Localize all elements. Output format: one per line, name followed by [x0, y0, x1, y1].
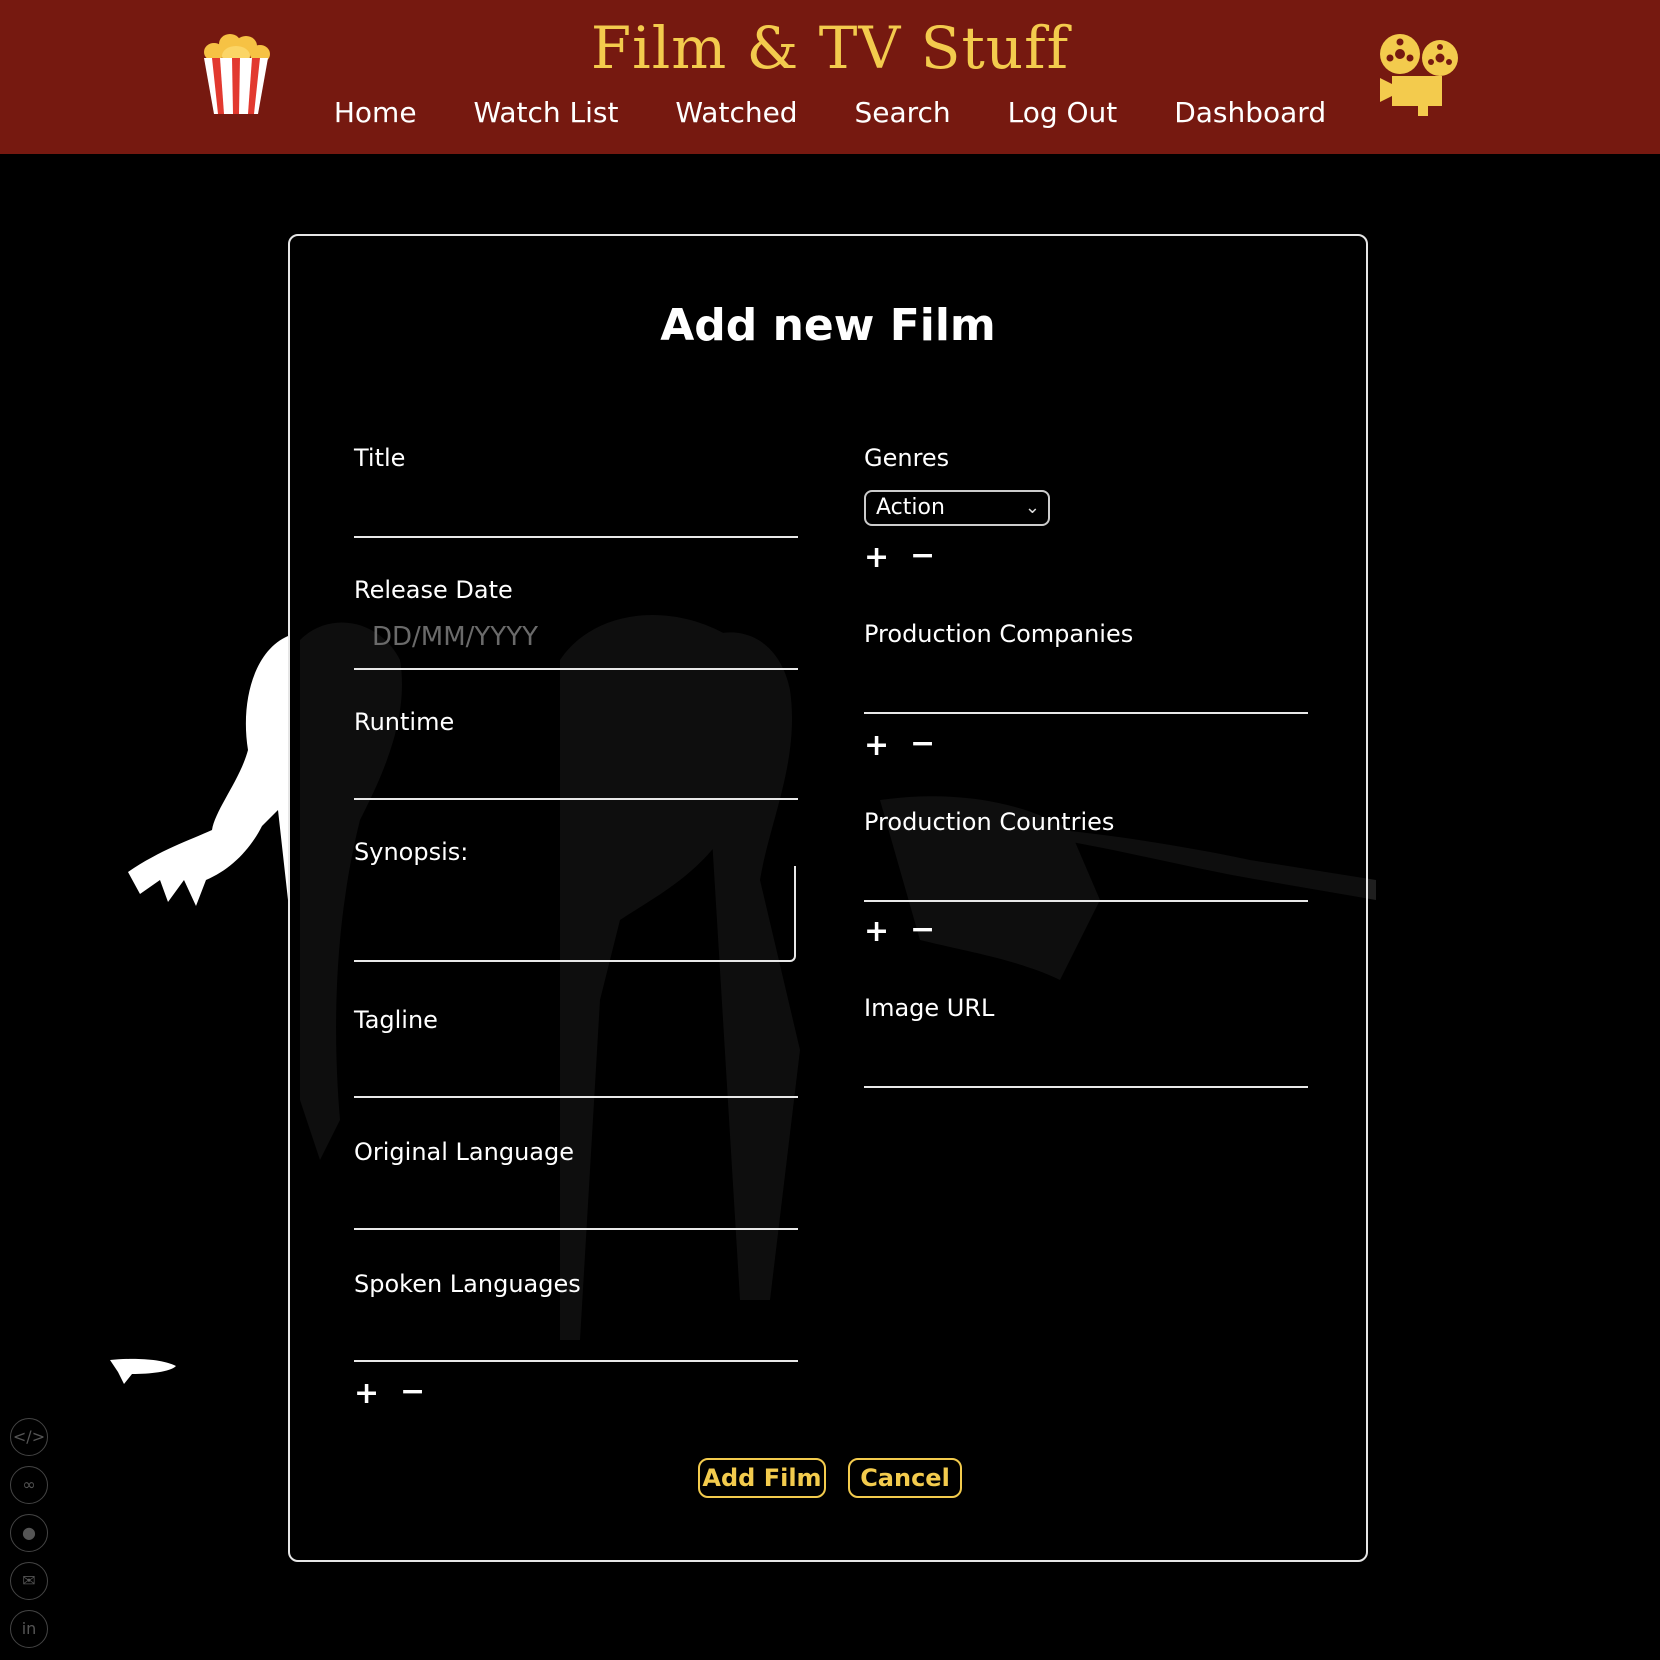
- release-date-input[interactable]: [370, 616, 794, 658]
- title-label: Title: [354, 444, 406, 472]
- production-companies-add-button[interactable]: +: [864, 728, 889, 763]
- spoken-languages-underline: [354, 1360, 798, 1362]
- title-underline: [354, 536, 798, 538]
- genre-select-value: Action: [876, 495, 945, 520]
- production-countries-add-button[interactable]: +: [864, 914, 889, 949]
- tagline-input[interactable]: [354, 1046, 778, 1088]
- tagline-label: Tagline: [354, 1006, 438, 1034]
- tagline-underline: [354, 1096, 798, 1098]
- nav-dashboard[interactable]: Dashboard: [1174, 96, 1326, 129]
- title-input[interactable]: [354, 486, 778, 528]
- add-film-button[interactable]: Add Film: [698, 1458, 826, 1498]
- genres-add-button[interactable]: +: [864, 540, 889, 575]
- release-date-underline: [354, 668, 798, 670]
- nav-watch-list[interactable]: Watch List: [473, 96, 618, 129]
- nav-watched[interactable]: Watched: [675, 96, 797, 129]
- add-film-card: Add new Film Title Release Date Runtime …: [288, 234, 1368, 1562]
- spoken-languages-remove-button[interactable]: −: [400, 1374, 425, 1409]
- original-language-label: Original Language: [354, 1138, 574, 1166]
- site-header: Film & TV Stuff Home Watch List Watched …: [0, 0, 1660, 154]
- nav-log-out[interactable]: Log Out: [1008, 96, 1118, 129]
- runtime-label: Runtime: [354, 708, 455, 736]
- original-language-underline: [354, 1228, 798, 1230]
- production-countries-input[interactable]: [864, 850, 1288, 892]
- production-companies-underline: [864, 712, 1308, 714]
- production-companies-label: Production Companies: [864, 620, 1134, 648]
- synopsis-textarea[interactable]: [354, 866, 796, 962]
- image-url-label: Image URL: [864, 994, 995, 1022]
- linkedin-icon[interactable]: in: [10, 1610, 48, 1648]
- link-icon[interactable]: ∞: [10, 1466, 48, 1504]
- synopsis-label: Synopsis:: [354, 838, 469, 866]
- film-camera-icon: [1380, 34, 1458, 116]
- nav-home[interactable]: Home: [334, 96, 417, 129]
- production-companies-input[interactable]: [864, 662, 1288, 704]
- genres-label: Genres: [864, 444, 950, 472]
- nav-search[interactable]: Search: [854, 96, 950, 129]
- production-countries-remove-button[interactable]: −: [910, 912, 935, 947]
- production-countries-label: Production Countries: [864, 808, 1115, 836]
- chevron-down-icon: ⌄: [1024, 497, 1040, 518]
- form-title: Add new Film: [660, 300, 996, 351]
- spoken-languages-input[interactable]: [354, 1310, 778, 1352]
- production-companies-remove-button[interactable]: −: [910, 726, 935, 761]
- spoken-languages-add-button[interactable]: +: [354, 1376, 379, 1411]
- code-icon[interactable]: </>: [10, 1418, 48, 1456]
- image-url-underline: [864, 1086, 1308, 1088]
- original-language-input[interactable]: [354, 1178, 778, 1220]
- genres-remove-button[interactable]: −: [910, 538, 935, 573]
- runtime-input[interactable]: [354, 748, 778, 790]
- cancel-button[interactable]: Cancel: [848, 1458, 962, 1498]
- runtime-underline: [354, 798, 798, 800]
- spoken-languages-label: Spoken Languages: [354, 1270, 581, 1298]
- release-date-label: Release Date: [354, 576, 513, 604]
- production-countries-underline: [864, 900, 1308, 902]
- image-url-input[interactable]: [864, 1036, 1288, 1078]
- github-icon[interactable]: ●: [10, 1514, 48, 1552]
- genre-select[interactable]: Action ⌄: [864, 490, 1050, 526]
- mail-icon[interactable]: ✉: [10, 1562, 48, 1600]
